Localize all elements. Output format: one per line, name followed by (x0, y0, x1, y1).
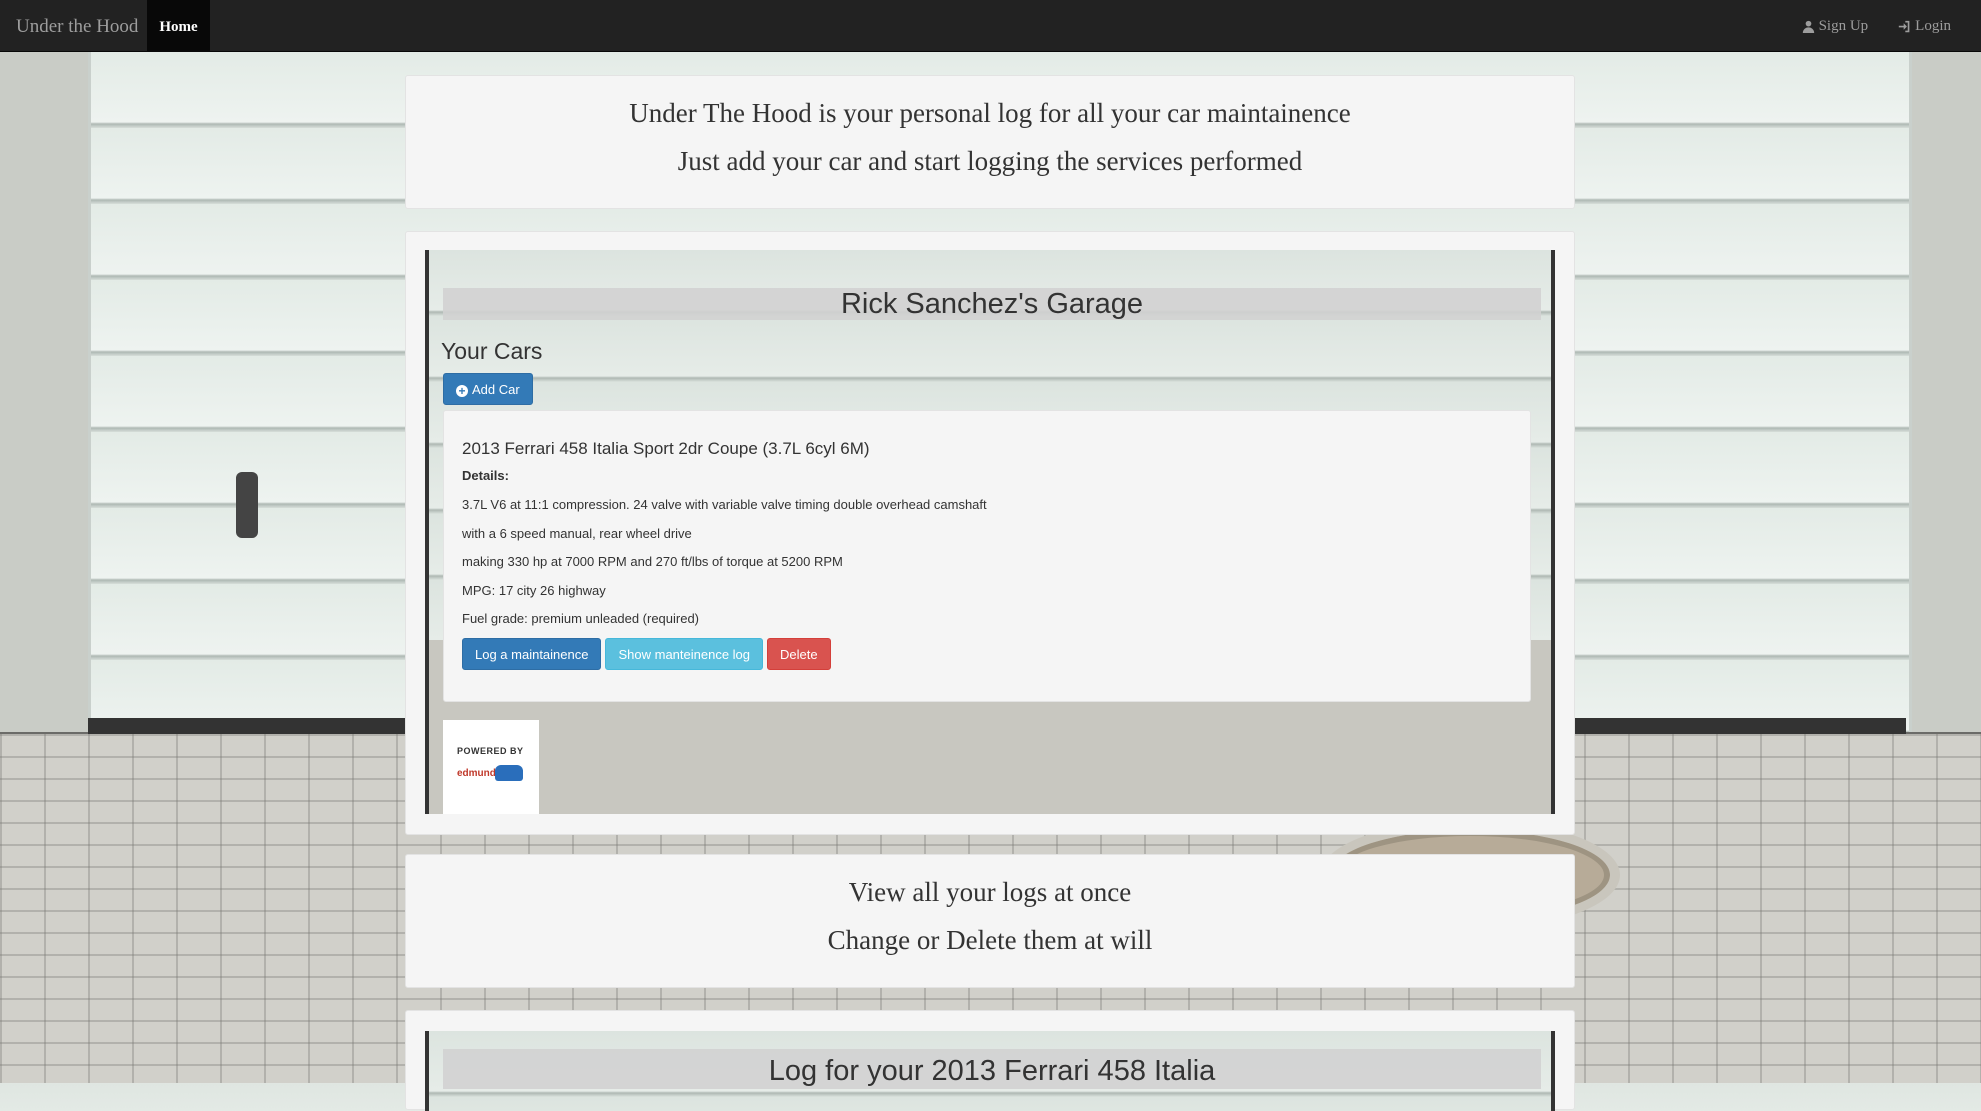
signup-link[interactable]: Sign Up (1802, 0, 1869, 52)
garage-title: Rick Sanchez's Garage (443, 288, 1541, 320)
plus-circle-icon: + (456, 385, 468, 397)
delete-car-button[interactable]: Delete (767, 638, 831, 670)
log-title: Log for your 2013 Ferrari 458 Italia (443, 1049, 1541, 1089)
hero-panel: Under The Hood is your personal log for … (405, 75, 1575, 209)
car-actions: Log a maintainence Show manteinence log … (462, 638, 831, 670)
log-maintenance-button[interactable]: Log a maintainence (462, 638, 602, 670)
garage-box: Rick Sanchez's Garage Your Cars + Add Car… (425, 250, 1555, 814)
background-frame-left (0, 52, 88, 732)
car-title: 2013 Ferrari 458 Italia Sport 2dr Coupe … (462, 439, 870, 458)
detail-line: with a 6 speed manual, rear wheel drive (462, 526, 692, 541)
nav-home[interactable]: Home (147, 0, 210, 52)
signup-label: Sign Up (1818, 18, 1869, 34)
logs-info-line-1: View all your logs at once (848, 877, 1132, 907)
detail-line: making 330 hp at 7000 RPM and 270 ft/lbs… (462, 554, 843, 569)
navbar: Under the Hood Home Sign Up Login (0, 0, 1981, 52)
nav-right: Sign Up Login (1802, 0, 1951, 52)
your-cars-heading: Your Cars (441, 338, 543, 364)
login-icon (1898, 20, 1910, 32)
log-box: Log for your 2013 Ferrari 458 Italia (425, 1031, 1555, 1111)
detail-line: 3.7L V6 at 11:1 compression. 24 valve wi… (462, 497, 987, 512)
detail-line: Fuel grade: premium unleaded (required) (462, 611, 700, 626)
powered-by-label: POWERED BY (457, 746, 524, 756)
garage-panel: Rick Sanchez's Garage Your Cars + Add Car… (405, 231, 1575, 835)
logs-info-line-2: Change or Delete them at will (827, 925, 1153, 955)
login-link[interactable]: Login (1898, 0, 1951, 52)
background-frame-right (1906, 52, 1981, 732)
add-car-label: Add Car (472, 382, 520, 397)
login-label: Login (1915, 18, 1951, 34)
powered-by-edmunds[interactable]: POWERED BY edmunds (443, 720, 539, 814)
details-label: Details: (462, 468, 509, 483)
detail-line: MPG: 17 city 26 highway (462, 583, 606, 598)
hero-line-2: Just add your car and start logging the … (677, 146, 1303, 176)
logs-info-panel: View all your logs at once Change or Del… (405, 854, 1575, 988)
show-log-button[interactable]: Show manteinence log (605, 638, 764, 670)
log-panel: Log for your 2013 Ferrari 458 Italia (405, 1010, 1575, 1111)
brand-link[interactable]: Under the Hood (16, 0, 138, 52)
add-car-button[interactable]: + Add Car (443, 373, 533, 405)
edmunds-car-icon (495, 765, 523, 781)
car-card: 2013 Ferrari 458 Italia Sport 2dr Coupe … (443, 410, 1531, 702)
hero-line-1: Under The Hood is your personal log for … (629, 98, 1351, 128)
background-door-handle (236, 472, 258, 538)
user-icon (1802, 20, 1814, 33)
